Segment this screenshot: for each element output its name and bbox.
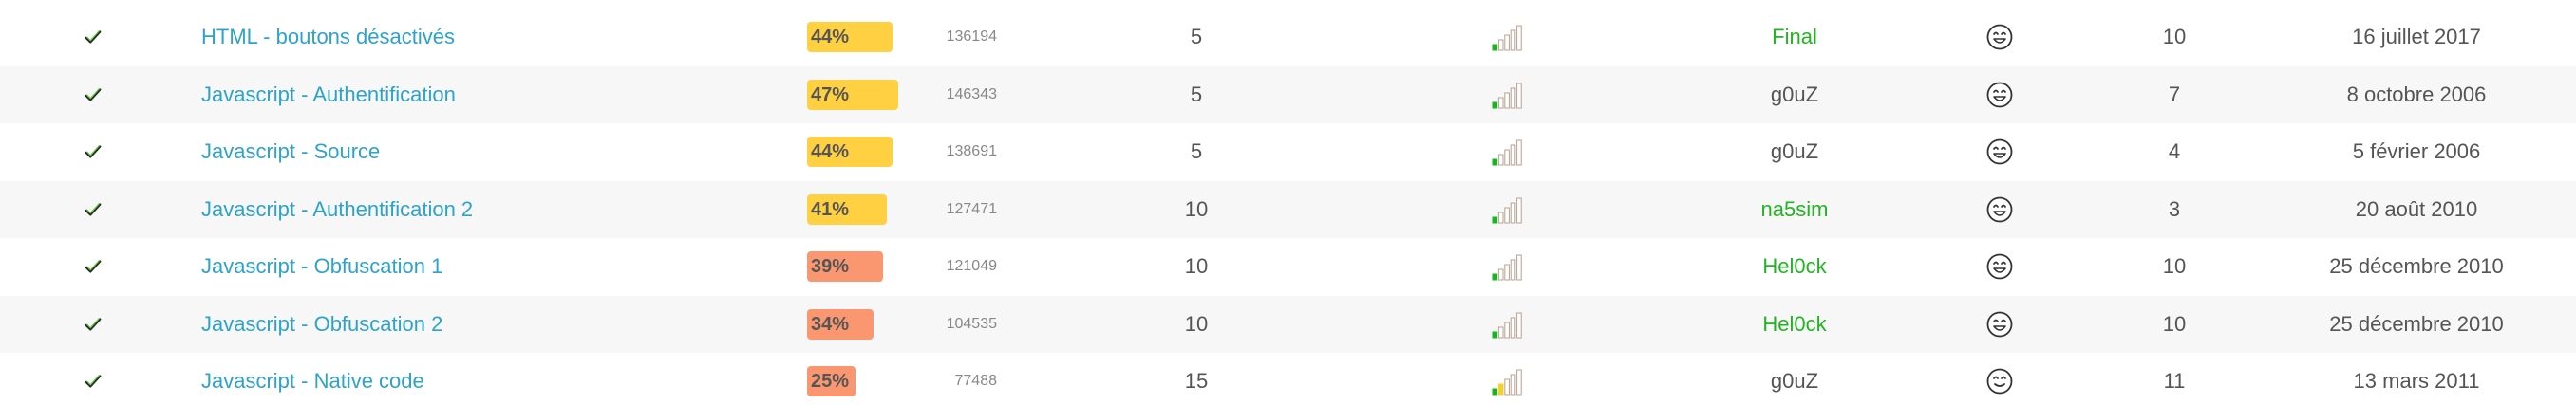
author-link[interactable]: g0uZ xyxy=(1700,66,1890,124)
points-value: 15 xyxy=(1184,369,1209,394)
check-icon xyxy=(82,9,104,66)
publish-date: 5 février 2006 xyxy=(2352,139,2481,164)
success-rate-badge: 39% xyxy=(807,251,883,283)
smiley-icon xyxy=(1984,238,2015,296)
votes-count: 3 xyxy=(2168,197,2181,222)
votes-count: 4 xyxy=(2168,139,2181,164)
success-rate-badge: 44% xyxy=(807,22,893,53)
difficulty-bars-icon xyxy=(1489,296,1527,354)
validations-count: 77488 xyxy=(954,373,998,390)
votes-count: 10 xyxy=(2162,254,2187,279)
check-icon xyxy=(82,353,104,405)
check-icon xyxy=(82,238,104,296)
table-row: HTML - boutons désactivés 44% 136194 5 Final… xyxy=(0,9,2576,66)
smiley-icon xyxy=(1984,353,2015,405)
validations-count: 138691 xyxy=(946,143,997,160)
table-row: Javascript - Obfuscation 2 34% 104535 10 Hel… xyxy=(0,296,2576,354)
success-rate-badge: 34% xyxy=(807,309,874,341)
smiley-icon xyxy=(1984,181,2015,239)
table-row: Javascript - Authentification 47% 146343 5 g… xyxy=(0,66,2576,124)
success-rate-badge: 41% xyxy=(807,194,887,226)
author-link[interactable]: Final xyxy=(1700,9,1890,66)
validations-count: 121049 xyxy=(946,258,997,275)
points-value: 10 xyxy=(1184,254,1209,279)
publish-date: 25 décembre 2010 xyxy=(2329,312,2504,337)
table-row: Javascript - Source 44% 138691 5 g0uZ 4 5 févr… xyxy=(0,123,2576,181)
smiley-icon xyxy=(1984,296,2015,354)
challenges-table: HTML - boutons désactivés 44% 136194 5 Final… xyxy=(0,0,2576,405)
difficulty-bars-icon xyxy=(1489,123,1527,181)
votes-count: 10 xyxy=(2162,25,2187,49)
points-value: 10 xyxy=(1184,197,1209,222)
challenge-link[interactable]: Javascript - Source xyxy=(201,123,780,181)
table-row: Javascript - Obfuscation 1 39% 121049 10 Hel… xyxy=(0,238,2576,296)
check-icon xyxy=(82,123,104,181)
author-link[interactable]: Hel0ck xyxy=(1700,296,1890,354)
table-row: Javascript - Authentification 2 41% 127471… xyxy=(0,181,2576,239)
smiley-icon xyxy=(1984,123,2015,181)
challenge-link[interactable]: Javascript - Authentification xyxy=(201,66,780,124)
difficulty-bars-icon xyxy=(1489,9,1527,66)
votes-count: 7 xyxy=(2168,83,2181,107)
difficulty-bars-icon xyxy=(1489,238,1527,296)
difficulty-bars-icon xyxy=(1489,181,1527,239)
points-value: 5 xyxy=(1190,25,1203,49)
validations-count: 104535 xyxy=(946,316,997,333)
publish-date: 25 décembre 2010 xyxy=(2329,254,2504,279)
publish-date: 16 juillet 2017 xyxy=(2352,25,2481,49)
difficulty-bars-icon xyxy=(1489,66,1527,124)
table-row: Javascript - Native code 25% 77488 15 g0uZ 11… xyxy=(0,353,2576,405)
author-link[interactable]: Hel0ck xyxy=(1700,238,1890,296)
success-rate-badge: 47% xyxy=(807,80,898,111)
success-rate-badge: 44% xyxy=(807,137,893,168)
success-rate-badge: 25% xyxy=(807,366,856,397)
author-link[interactable]: na5sim xyxy=(1700,181,1890,239)
challenge-link[interactable]: Javascript - Obfuscation 2 xyxy=(201,296,780,354)
smiley-icon xyxy=(1984,9,2015,66)
points-value: 10 xyxy=(1184,312,1209,337)
points-value: 5 xyxy=(1190,83,1203,107)
votes-count: 10 xyxy=(2162,312,2187,337)
validations-count: 136194 xyxy=(946,28,997,46)
challenge-link[interactable]: Javascript - Authentification 2 xyxy=(201,181,780,239)
author-link[interactable]: g0uZ xyxy=(1700,353,1890,405)
smiley-icon xyxy=(1984,66,2015,124)
challenge-link[interactable]: HTML - boutons désactivés xyxy=(201,9,780,66)
publish-date: 20 août 2010 xyxy=(2355,197,2478,222)
challenge-link[interactable]: Javascript - Obfuscation 1 xyxy=(201,238,780,296)
author-link[interactable]: g0uZ xyxy=(1700,123,1890,181)
validations-count: 127471 xyxy=(946,201,997,218)
publish-date: 8 octobre 2006 xyxy=(2346,83,2487,107)
votes-count: 11 xyxy=(2163,369,2186,394)
difficulty-bars-icon xyxy=(1489,353,1527,405)
check-icon xyxy=(82,181,104,239)
points-value: 5 xyxy=(1190,139,1203,164)
validations-count: 146343 xyxy=(946,86,997,103)
publish-date: 13 mars 2011 xyxy=(2353,369,2480,394)
challenge-link[interactable]: Javascript - Native code xyxy=(201,353,780,405)
check-icon xyxy=(82,66,104,124)
check-icon xyxy=(82,296,104,354)
